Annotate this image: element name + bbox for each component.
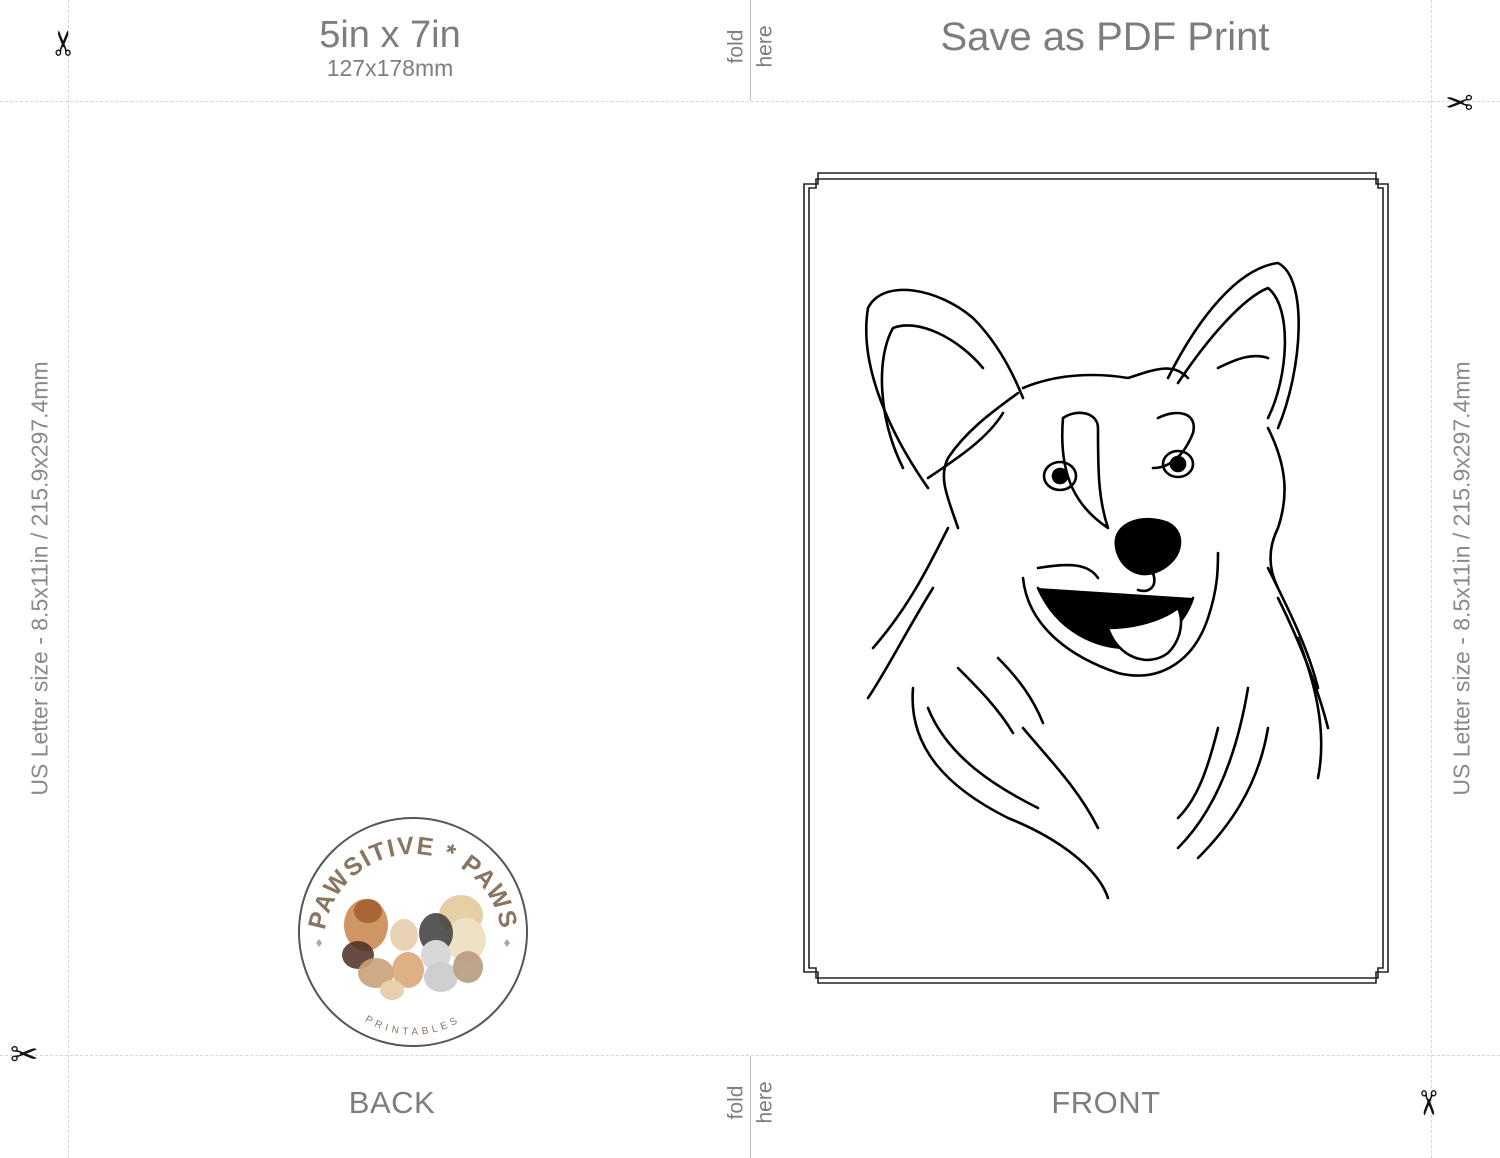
- here-word-bottom: here: [753, 1081, 777, 1124]
- save-instruction: Save as PDF Print: [940, 15, 1270, 59]
- back-label: BACK: [348, 1085, 436, 1120]
- here-word-top: here: [753, 25, 777, 68]
- scissors-icon-top-right: ✂: [1445, 81, 1474, 121]
- scissors-icon-bottom-right: ✂: [1407, 1088, 1448, 1118]
- fold-line-bottom: [750, 1056, 751, 1158]
- card-size-mm: 127x178mm: [326, 55, 454, 81]
- scissors-icon-top-left: ✂: [44, 28, 85, 58]
- double-frame: [803, 172, 1389, 984]
- side-label-left: US Letter size - 8.5x11in / 215.9x297.4m…: [26, 361, 53, 796]
- top-cut-guide: [0, 101, 1500, 102]
- left-cut-guide: [68, 0, 69, 1158]
- fold-word-top: fold: [724, 29, 748, 64]
- front-label: FRONT: [1051, 1085, 1161, 1120]
- fold-line-top: [750, 0, 751, 101]
- front-card-illustration: [798, 168, 1396, 988]
- pawsitive-paws-logo: PAWSITIVE * PAWS PRINTABLES: [296, 815, 530, 1049]
- fold-word-bottom: fold: [724, 1085, 748, 1120]
- right-cut-guide: [1431, 0, 1432, 1158]
- card-size-title: 5in x 7in: [319, 14, 461, 56]
- corgi-drawing: [864, 261, 1330, 900]
- scissors-icon-bottom-left: ✂: [10, 1035, 39, 1075]
- side-label-right: US Letter size - 8.5x11in / 215.9x297.4m…: [1448, 361, 1475, 796]
